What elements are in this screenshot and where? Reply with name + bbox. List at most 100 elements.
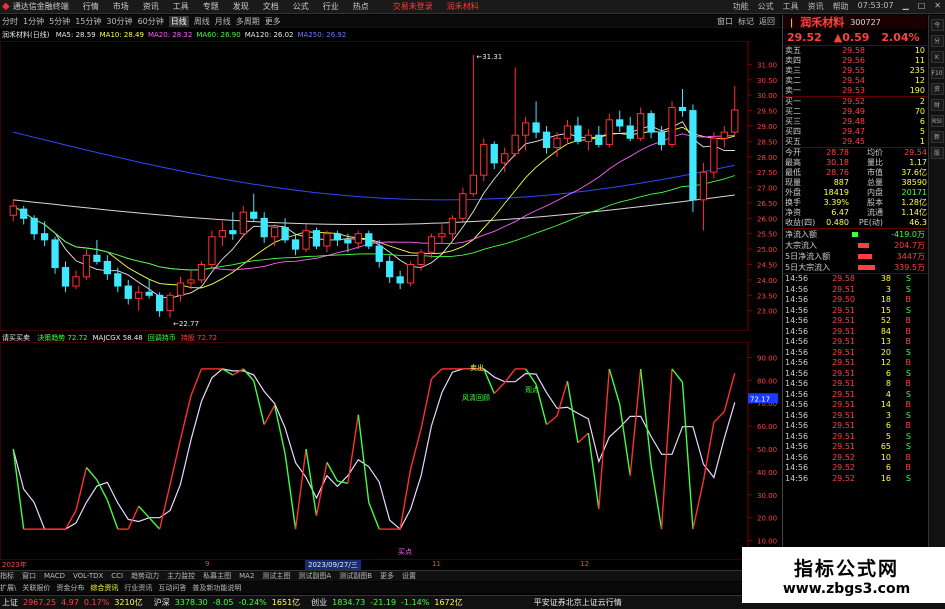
title-button-3[interactable]: 资讯 [808,1,824,12]
indicator-tab-12[interactable]: 更多 [380,571,394,581]
indicator-tab-9[interactable]: 测试主图 [262,571,290,581]
toolbar-right-0[interactable]: 窗口 [717,16,733,27]
indicator-chart[interactable]: 90.0080.0070.0060.0050.0040.0030.0020.00… [0,342,782,560]
minimize-icon[interactable]: ▁ [903,1,909,12]
candlestick-chart[interactable]: 31.00 30.50 30.00 29.50 29.00 28.50 28.00 27.50… [0,41,782,331]
period-tab-0[interactable]: 分时 [2,16,18,27]
close-icon[interactable]: ✕ [934,1,941,12]
st-cy-part-0: 创业 [311,598,328,607]
st-cy-part-3: -1.14% [401,598,430,607]
period-tab-10[interactable]: 更多 [265,16,281,27]
info-tab-2[interactable]: 资金分布 [56,583,84,593]
period-tab-1[interactable]: 1分钟 [23,16,44,27]
bids-label-0: 买一 [785,97,801,106]
login-link[interactable]: 交易未登录 [393,1,433,12]
menu-item-5[interactable]: 发现 [233,1,249,12]
menu-item-3[interactable]: 工具 [173,1,189,12]
tick-row-9: 14:56 29.51 6 S [783,369,927,380]
ma-item-1: MA10: 28.49 [99,31,144,39]
osc-seg-33 [347,414,360,484]
sidebar-button-3[interactable]: F10 [930,67,944,79]
period-tab-5[interactable]: 60分钟 [138,16,164,27]
index-shanghai[interactable]: 上证 2967.25 4.97 0.17% 3210亿 [2,597,148,608]
brand-link[interactable]: 润禾材料 [447,1,479,12]
indicator-tab-2[interactable]: MACD [44,572,65,580]
osc-seg-58 [608,368,621,405]
sidebar-button-0[interactable]: 今 [930,19,944,31]
period-tab-6[interactable]: 日线 [168,15,189,27]
tick-price-18: 29.52 [832,463,855,472]
tick-row-13: 14:56 29.51 3 S [783,411,927,422]
period-tab-4[interactable]: 30分钟 [106,16,132,27]
stat-key-0: 今开 [785,148,801,157]
indicator-tab-0[interactable]: 指标 [0,571,14,581]
maximize-icon[interactable]: □ [918,1,926,12]
toolbar-right-1[interactable]: 标记 [738,16,754,27]
sidebar-button-7[interactable]: 新 [930,131,944,143]
info-tab-3[interactable]: 综合资讯 [90,583,118,593]
info-tab-5[interactable]: 互动问答 [158,583,186,593]
signal-annotation-1: 风清回顾 [462,393,490,402]
menu-item-7[interactable]: 公式 [293,1,309,12]
indicator-tab-6[interactable]: 主力监控 [167,571,195,581]
stat-value2-0: 29.54 [904,148,927,157]
indicator-tab-4[interactable]: CCI [111,572,123,580]
menu-item-6[interactable]: 文档 [263,1,279,12]
candle-body-55 [584,134,593,142]
index-shenzhen[interactable]: 沪深 3378.30 -8.05 -0.24% 1651亿 [154,597,305,608]
period-tab-8[interactable]: 月线 [215,16,231,27]
ma-item-2: MA20: 28.32 [147,31,193,39]
sidebar-button-6[interactable]: RSI [930,115,944,127]
indicator-tab-11[interactable]: 测试副图B [339,571,372,581]
sidebar-button-5[interactable]: 财 [930,99,944,111]
flow-label-3: 5日大宗流入 [785,263,831,272]
candle-body-62 [657,131,666,145]
sidebar-button-2[interactable]: K [930,51,944,63]
indicator-tab-3[interactable]: VOL-TDX [73,572,103,580]
tick-volume-16: 65 [880,442,891,451]
period-tab-2[interactable]: 5分钟 [49,16,70,27]
stat-row-4: 外盘 18419 内盘 20171 [783,188,927,198]
indicator-tabs: 指标 窗口 MACD VOL-TDX CCI 趋势动力 主力监控 私募主图 MA2 测试主图 测试副… [0,570,760,581]
tick-row-4: 14:56 29.51 52 B [783,316,927,327]
index-chinext[interactable]: 创业 1834.73 -21.19 -1.14% 1672亿 [311,597,468,608]
osc-seg-34 [357,414,370,503]
menu-item-4[interactable]: 专题 [203,1,219,12]
menu-item-1[interactable]: 市场 [113,1,129,12]
toolbar-right-2[interactable]: 返回 [759,16,775,27]
sidebar-button-8[interactable]: 股 [930,147,944,159]
stat-value-1: 30.18 [826,158,849,167]
info-tab-6[interactable]: 普及新功能说明 [192,583,241,593]
title-button-0[interactable]: 功能 [733,1,749,12]
info-tab-1[interactable]: 关联报价 [22,583,50,593]
indicator-tab-5[interactable]: 趋势动力 [131,571,159,581]
title-button-1[interactable]: 公式 [758,1,774,12]
ma-line-3 [12,175,735,271]
bids-label-3: 买四 [785,127,801,136]
menu-item-0[interactable]: 行情 [83,1,99,12]
indicator-tab-7[interactable]: 私募主图 [203,571,231,581]
title-button-4[interactable]: 帮助 [833,1,849,12]
indicator-tab-13[interactable]: 设置 [402,571,416,581]
tick-price-13: 29.51 [832,410,855,420]
period-tab-9[interactable]: 多周期 [236,16,260,27]
info-tab-4[interactable]: 行业资讯 [124,583,152,593]
indicator-tab-1[interactable]: 窗口 [22,571,36,581]
indicator-tab-8[interactable]: MA2 [239,572,254,580]
menu-item-8[interactable]: 行业 [323,1,339,12]
tick-row-14: 14:56 29.51 6 B [783,421,927,432]
asks-price-4: 29.53 [842,86,865,95]
bids-price-3: 29.47 [842,127,865,136]
menu-item-2[interactable]: 资讯 [143,1,159,12]
candle-body-34 [365,233,373,247]
period-tab-3[interactable]: 15分钟 [75,16,101,27]
sidebar-button-1[interactable]: 分 [930,35,944,47]
bids-label-1: 买二 [785,107,801,116]
info-tab-0[interactable]: 扩展\ [0,583,16,593]
osc-seg-28 [294,448,307,530]
title-button-2[interactable]: 工具 [783,1,799,12]
period-tab-7[interactable]: 周线 [194,16,210,27]
indicator-tab-10[interactable]: 测试副图A [298,571,331,581]
sidebar-button-4[interactable]: 资 [930,83,944,95]
menu-item-9[interactable]: 热点 [353,1,369,12]
